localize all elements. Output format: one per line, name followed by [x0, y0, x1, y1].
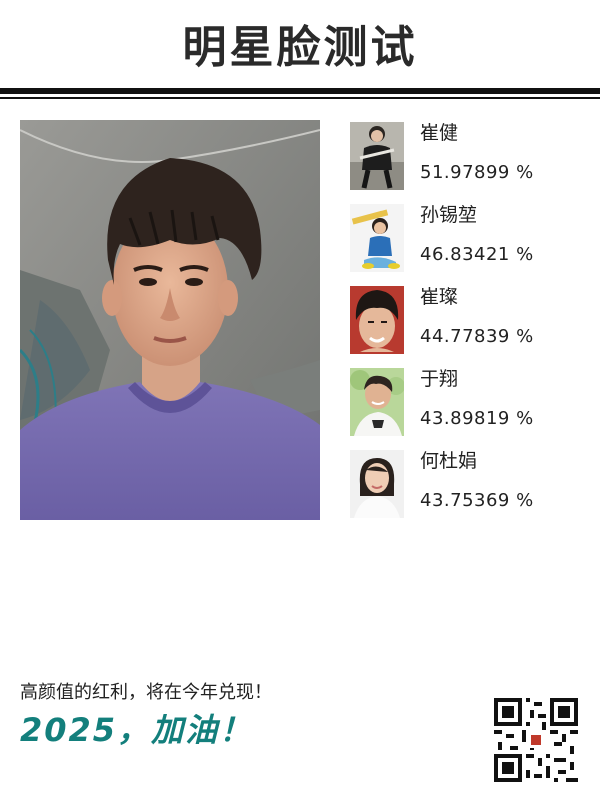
match-name: 崔璨 — [420, 286, 459, 308]
match-item: 孙锡堃 46.83421 % — [350, 202, 590, 272]
match-score: 43.75369 % — [420, 490, 534, 511]
header-divider-thick — [0, 88, 600, 94]
match-thumbnail — [350, 450, 404, 518]
match-name: 崔健 — [420, 122, 459, 144]
match-thumbnail — [350, 122, 404, 190]
match-score: 51.97899 % — [420, 162, 534, 183]
match-thumbnail — [350, 368, 404, 436]
match-item: 何杜娟 43.75369 % — [350, 448, 590, 518]
header-divider-thin — [0, 97, 600, 99]
match-score: 44.77839 % — [420, 326, 534, 347]
match-name: 孙锡堃 — [420, 204, 478, 226]
slogan-text: 高颜值的红利，将在今年兑现！ — [20, 682, 272, 703]
match-item: 崔健 51.97899 % — [350, 120, 590, 190]
match-score: 46.83421 % — [420, 244, 534, 265]
match-item: 崔璨 44.77839 % — [350, 284, 590, 354]
match-name: 何杜娟 — [420, 450, 478, 472]
user-photo — [20, 120, 320, 520]
qr-code-icon — [494, 698, 578, 782]
match-item: 于翔 43.89819 % — [350, 366, 590, 436]
page-title: 明星脸测试 — [182, 22, 418, 73]
match-thumbnail — [350, 204, 404, 272]
match-score: 43.89819 % — [420, 408, 534, 429]
match-name: 于翔 — [420, 368, 459, 390]
motto-text: 2025，加油！ — [20, 711, 254, 749]
match-thumbnail — [350, 286, 404, 354]
